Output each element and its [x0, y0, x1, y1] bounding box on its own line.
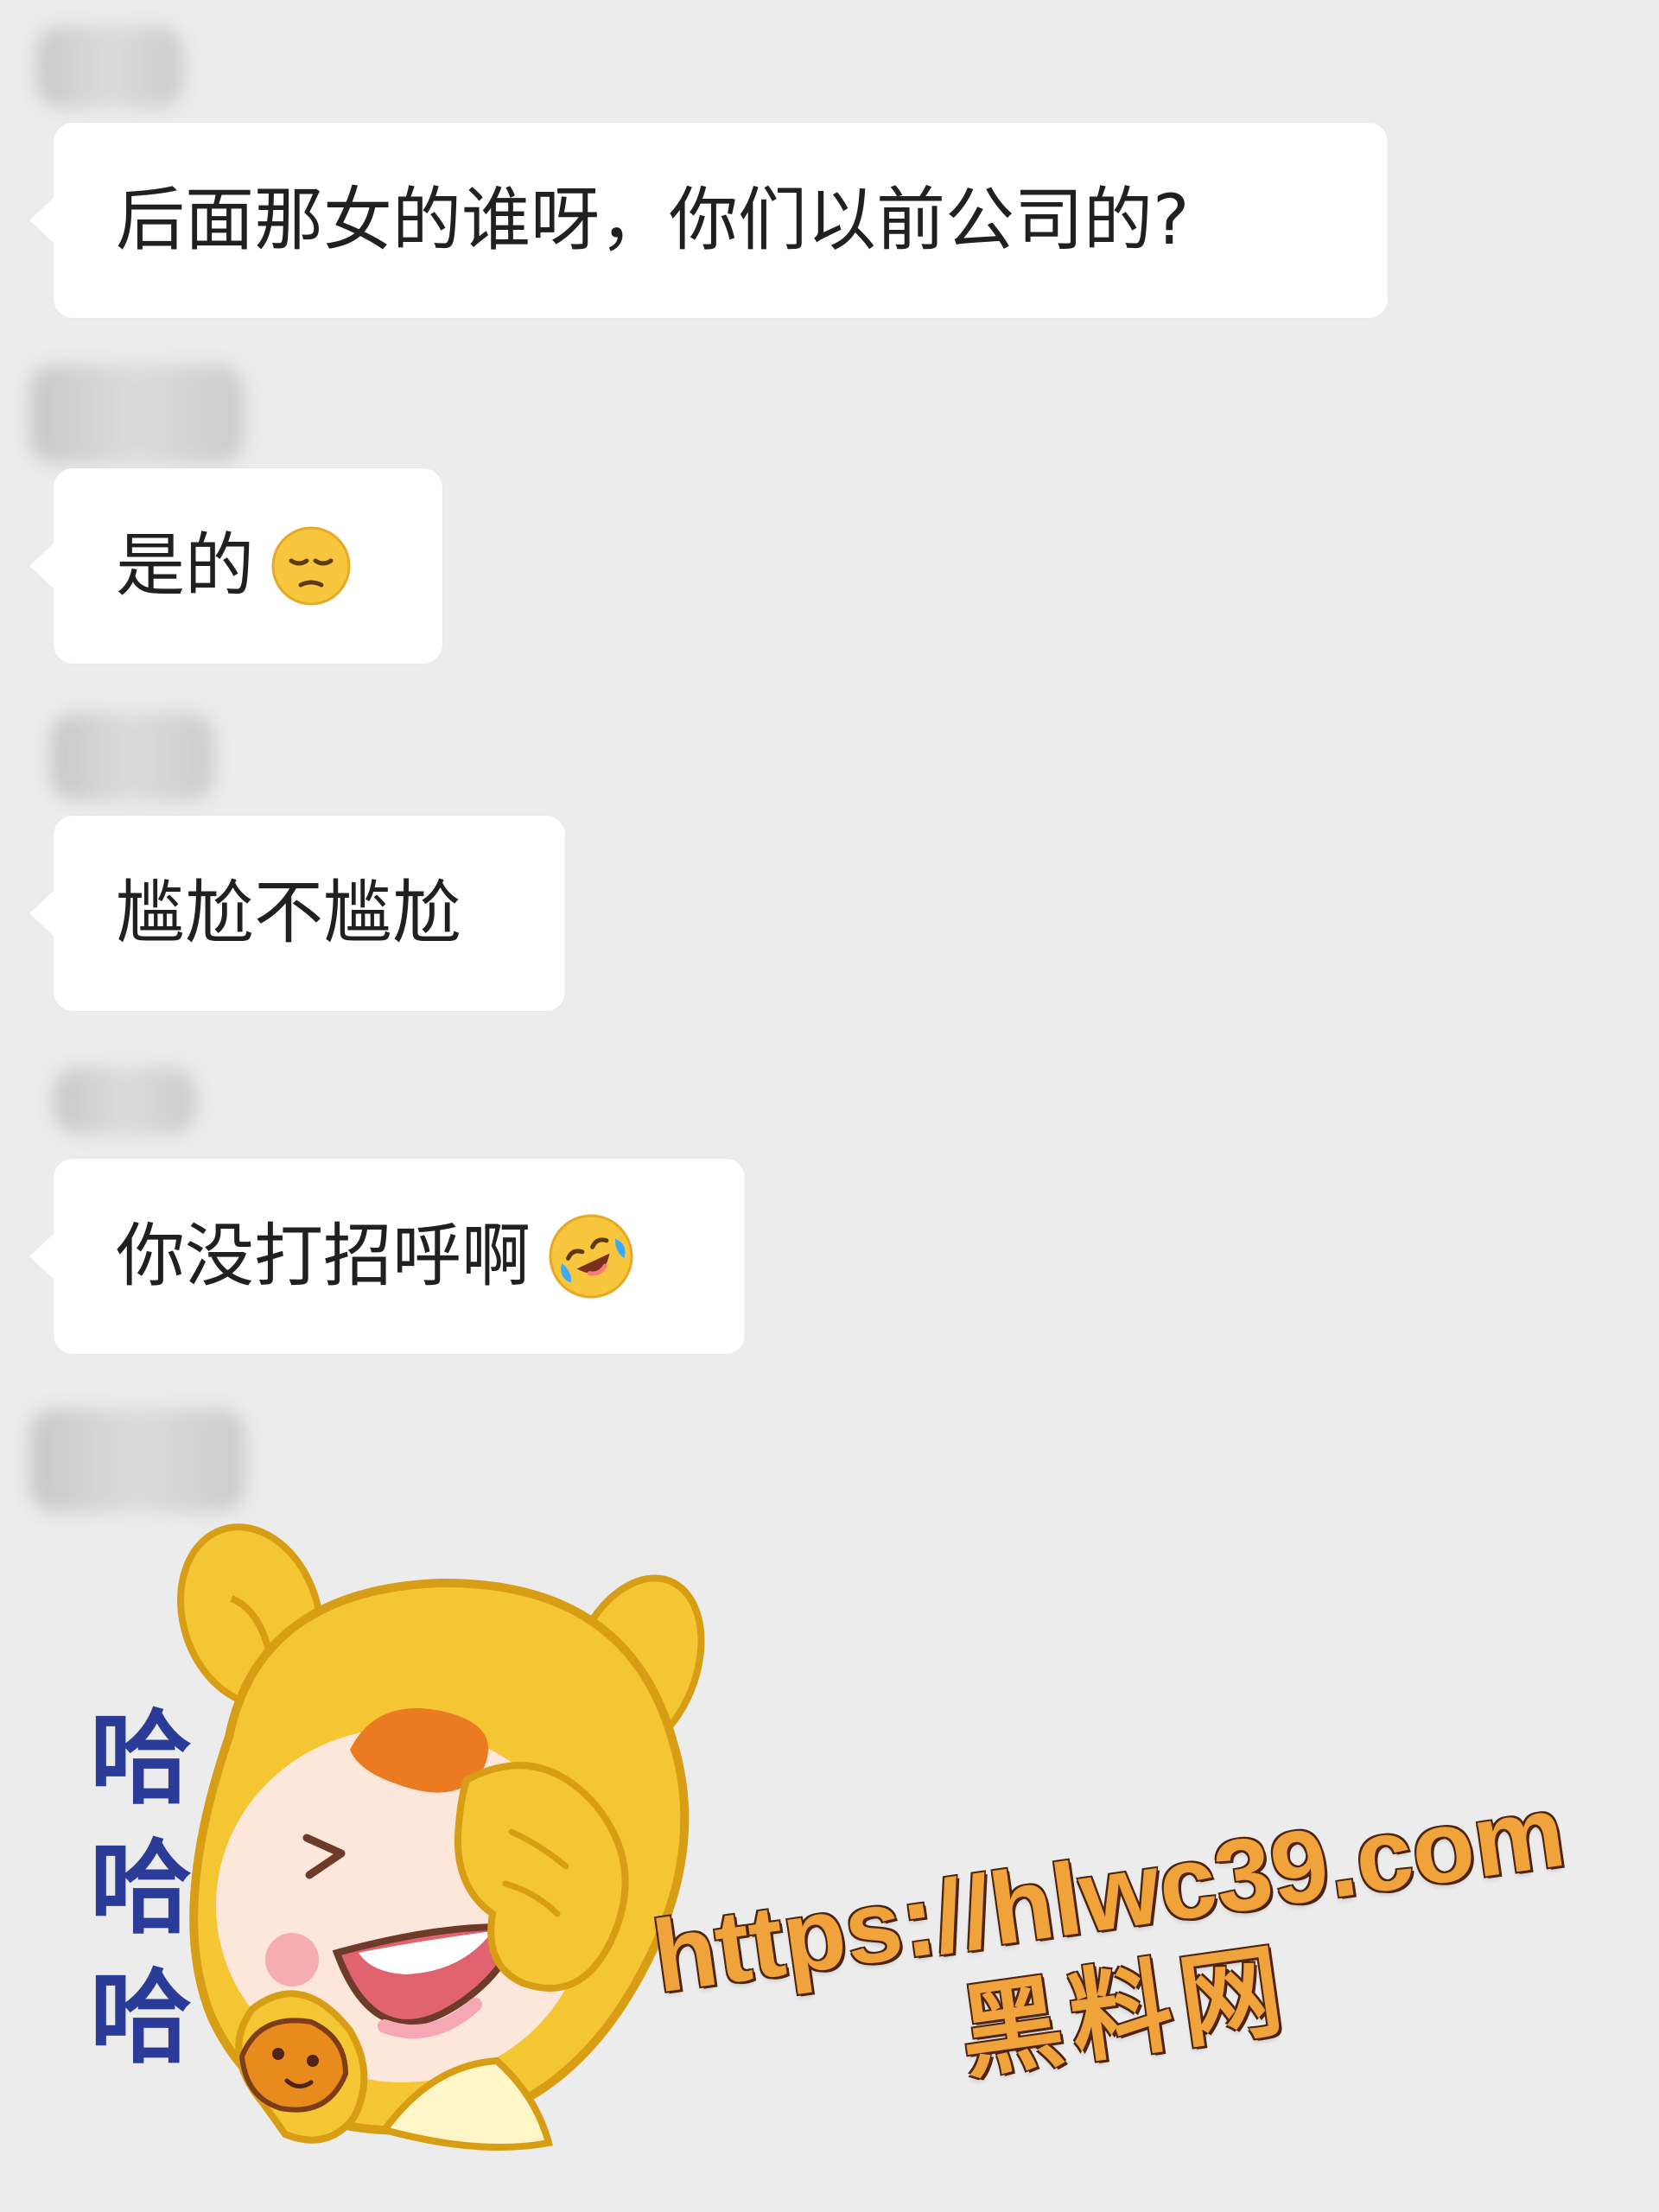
- sender-name-redacted-4: [54, 1067, 196, 1135]
- laughing-character-sticker[interactable]: [69, 1521, 709, 2160]
- message-bubble-3[interactable]: 尴尬不尴尬: [29, 816, 565, 1011]
- sender-name-redacted-2: [29, 365, 244, 464]
- message-bubble-1[interactable]: 后面那女的谁呀，你们以前公司的?: [29, 123, 1388, 318]
- message-text-4: 你没打招呼啊: [116, 1216, 531, 1296]
- site-watermark: https://hlwc39.com 黑料网: [596, 1768, 1638, 2141]
- message-bubble-2[interactable]: 是的: [29, 468, 442, 664]
- pensive-face-emoji-icon: [270, 524, 353, 607]
- rolling-on-floor-laughing-emoji-icon: [546, 1211, 636, 1301]
- message-text-1: 后面那女的谁呀，你们以前公司的?: [116, 180, 1190, 260]
- message-bubble-4[interactable]: 你没打招呼啊: [29, 1159, 745, 1354]
- message-text-2: 是的: [116, 525, 254, 606]
- message-text-3: 尴尬不尴尬: [116, 873, 461, 953]
- sender-name-redacted-1: [36, 26, 183, 108]
- sender-name-redacted-5: [29, 1408, 245, 1512]
- sender-name-redacted-3: [50, 713, 214, 801]
